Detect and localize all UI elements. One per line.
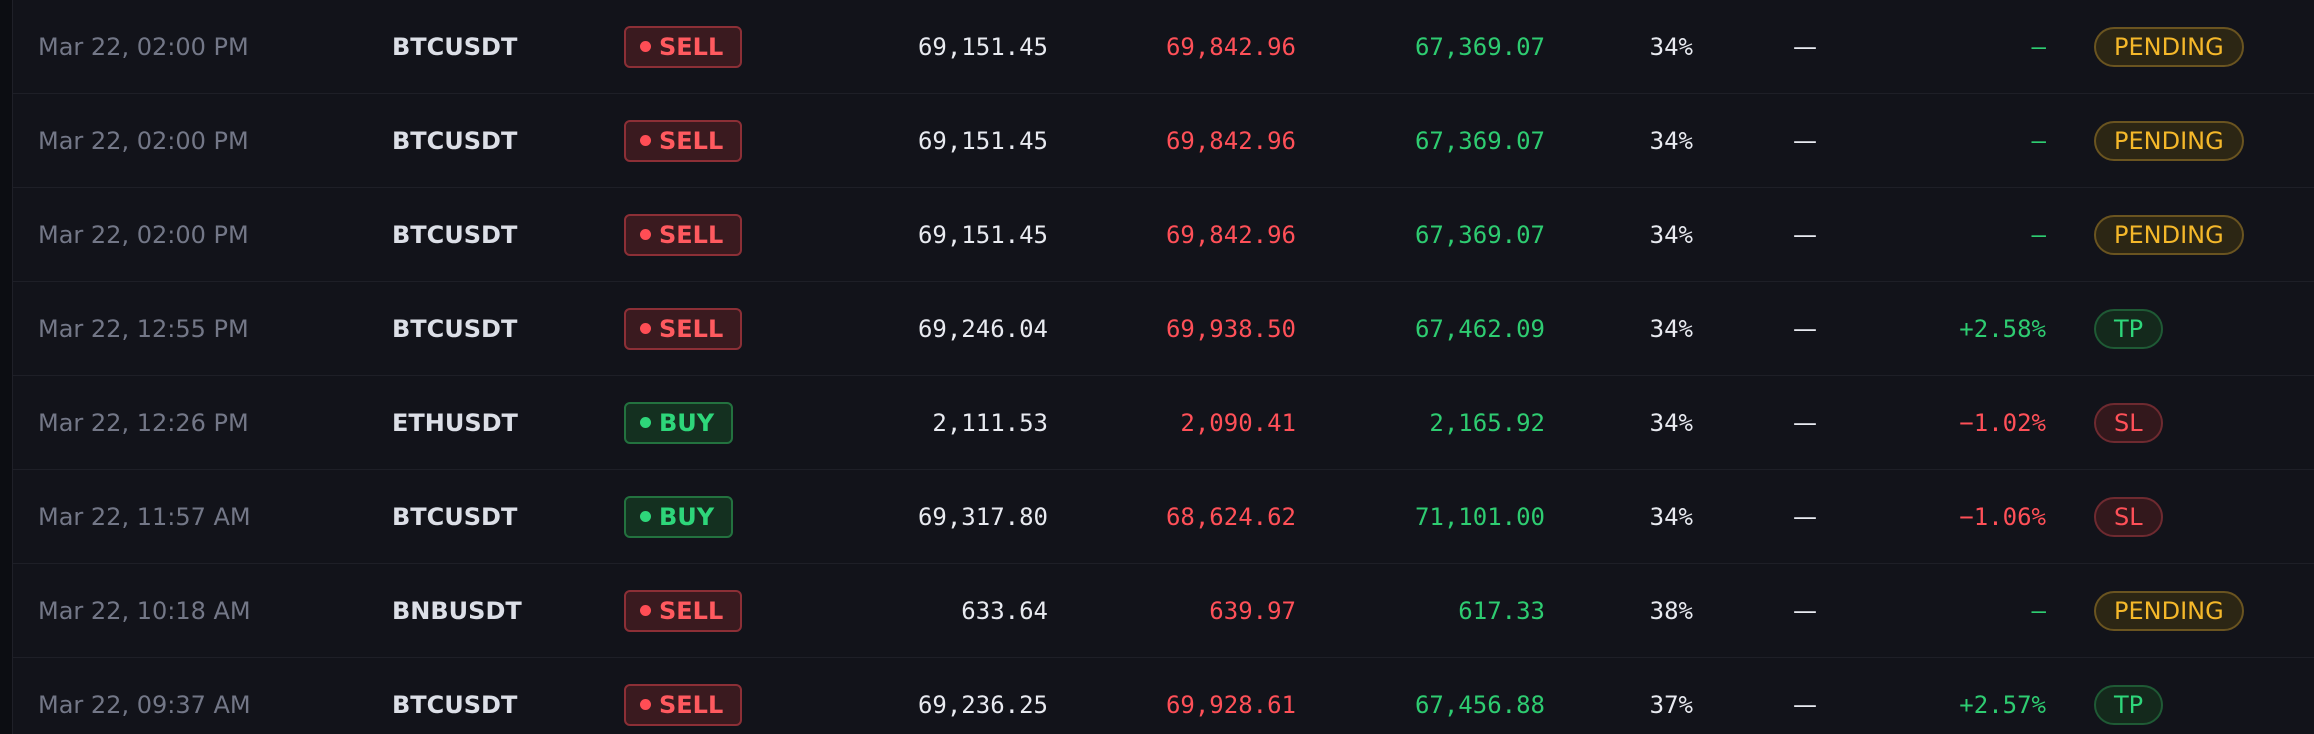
- pnl-value: —: [2031, 596, 2046, 625]
- pnl-value: —: [2031, 32, 2046, 61]
- status-cell: TP: [2094, 282, 2164, 375]
- status-badge: SL: [2094, 402, 2163, 443]
- table-row[interactable]: Mar 22, 11:57 AM BTCUSDT BUY 69,317.80 6…: [13, 470, 2314, 564]
- pnl-value: +2.57%: [1959, 690, 2046, 719]
- status-cell: PENDING: [2094, 94, 2244, 187]
- table-row[interactable]: Mar 22, 02:00 PM BTCUSDT SELL 69,151.45 …: [13, 94, 2314, 188]
- status-badge: SL: [2094, 496, 2163, 537]
- status-badge: PENDING: [2094, 120, 2244, 161]
- pnl-value: +2.58%: [1959, 314, 2046, 343]
- status-badge: PENDING: [2094, 26, 2244, 67]
- status-badge: PENDING: [2094, 214, 2244, 255]
- table-row[interactable]: Mar 22, 12:26 PM ETHUSDT BUY 2,111.53 2,…: [13, 376, 2314, 470]
- status-cell: TP: [2094, 658, 2164, 734]
- signals-page: Mar 22, 02:00 PM BTCUSDT SELL 69,151.45 …: [0, 0, 2314, 734]
- pnl-value: −1.06%: [1959, 502, 2046, 531]
- status-badge: PENDING: [2094, 590, 2244, 631]
- status-badge: TP: [2094, 308, 2164, 349]
- status-badge: TP: [2094, 684, 2164, 725]
- pnl-value: —: [2031, 126, 2046, 155]
- status-cell: SL: [2094, 376, 2163, 469]
- status-cell: PENDING: [2094, 0, 2244, 93]
- signals-table: Mar 22, 02:00 PM BTCUSDT SELL 69,151.45 …: [13, 0, 2314, 734]
- table-row[interactable]: Mar 22, 10:18 AM BNBUSDT SELL 633.64 639…: [13, 564, 2314, 658]
- status-cell: PENDING: [2094, 564, 2244, 657]
- pnl-value: −1.02%: [1959, 408, 2046, 437]
- status-cell: PENDING: [2094, 188, 2244, 281]
- table-row[interactable]: Mar 22, 09:37 AM BTCUSDT SELL 69,236.25 …: [13, 658, 2314, 734]
- status-cell: SL: [2094, 470, 2163, 563]
- left-rail: [0, 0, 13, 734]
- pnl-value: —: [2031, 220, 2046, 249]
- table-row[interactable]: Mar 22, 02:00 PM BTCUSDT SELL 69,151.45 …: [13, 188, 2314, 282]
- table-row[interactable]: Mar 22, 02:00 PM BTCUSDT SELL 69,151.45 …: [13, 0, 2314, 94]
- table-row[interactable]: Mar 22, 12:55 PM BTCUSDT SELL 69,246.04 …: [13, 282, 2314, 376]
